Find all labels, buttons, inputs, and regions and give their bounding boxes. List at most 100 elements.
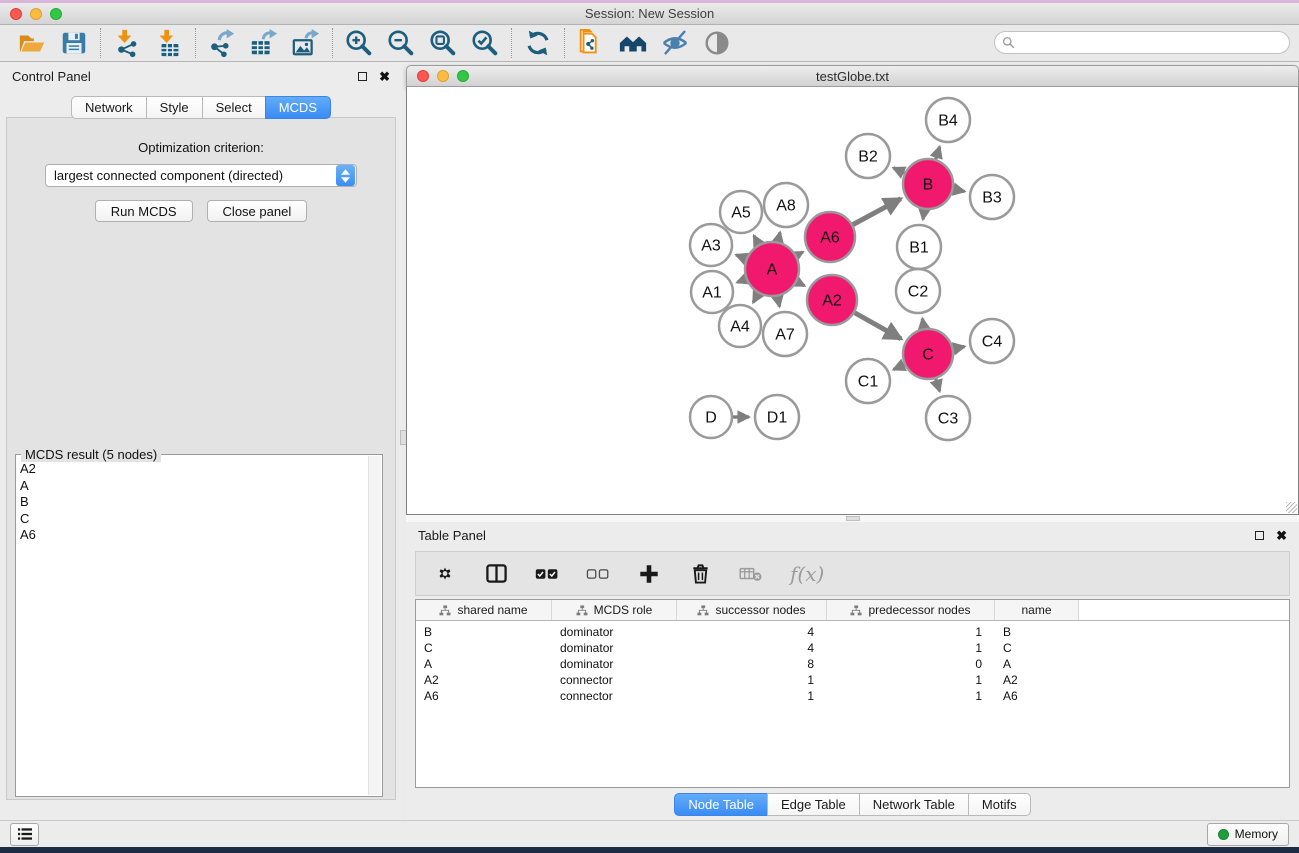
network-close-button[interactable] — [417, 70, 429, 82]
table-cell[interactable]: A6 — [995, 689, 1079, 703]
export-network-icon[interactable] — [205, 28, 239, 58]
export-image-icon[interactable] — [289, 28, 323, 58]
table-cell[interactable]: A — [416, 657, 552, 671]
maximize-window-button[interactable] — [50, 8, 62, 20]
table-cell[interactable]: 1 — [677, 689, 827, 703]
network-maximize-button[interactable] — [457, 70, 469, 82]
zoom-selected-icon[interactable] — [468, 28, 502, 58]
copy-network-icon[interactable] — [574, 28, 608, 58]
table-cell[interactable]: A2 — [995, 673, 1079, 687]
graph-edge-C-C2[interactable] — [922, 319, 924, 329]
graph-edge-A-A3[interactable] — [736, 255, 746, 259]
table-cell[interactable]: B — [995, 625, 1079, 639]
graph-edge-A-A5[interactable] — [754, 236, 759, 245]
import-table-icon[interactable] — [152, 28, 186, 58]
zoom-fit-icon[interactable] — [426, 28, 460, 58]
graph-edge-A-A2[interactable] — [797, 282, 805, 286]
table-options-gear-icon[interactable] — [433, 562, 457, 586]
result-list-item[interactable]: B — [20, 494, 382, 511]
graph-edge-B-B3[interactable] — [953, 189, 964, 191]
table-cell[interactable]: 1 — [827, 625, 995, 639]
show-panels-button[interactable] — [10, 823, 39, 846]
open-session-icon[interactable] — [15, 28, 49, 58]
graph-edge-C-C3[interactable] — [936, 379, 940, 391]
graph-edge-B-B1[interactable] — [923, 210, 924, 220]
table-cell[interactable]: B — [416, 625, 552, 639]
run-mcds-button[interactable]: Run MCDS — [95, 200, 193, 222]
criterion-select[interactable]: largest connected component (directed) — [45, 164, 357, 187]
column-header-0[interactable]: shared name — [416, 600, 552, 620]
search-box[interactable] — [994, 31, 1290, 54]
graph-edge-B-B4[interactable] — [936, 147, 940, 159]
column-header-3[interactable]: predecessor nodes — [827, 600, 995, 620]
column-selector-icon[interactable] — [484, 562, 508, 586]
table-cell[interactable]: C — [416, 641, 552, 655]
network-window-titlebar[interactable]: testGlobe.txt — [406, 65, 1299, 87]
node-table[interactable]: shared nameMCDS rolesuccessor nodesprede… — [415, 599, 1290, 788]
tab-select[interactable]: Select — [202, 96, 265, 119]
first-neighbors-icon[interactable] — [616, 28, 650, 58]
export-table-icon[interactable] — [247, 28, 281, 58]
graph-edge-A2-C[interactable] — [855, 313, 901, 339]
show-all-icon[interactable] — [700, 28, 734, 58]
column-header-4[interactable]: name — [995, 600, 1079, 620]
delete-table-icon[interactable] — [739, 562, 763, 586]
graph-edge-A-A4[interactable] — [753, 293, 758, 302]
result-scrollbar[interactable] — [368, 456, 381, 795]
close-panel-button[interactable]: Close panel — [207, 200, 308, 222]
result-list-item[interactable]: C — [20, 511, 382, 528]
import-network-icon[interactable] — [110, 28, 144, 58]
graph-edge-C-C4[interactable] — [953, 347, 964, 349]
float-panel-icon[interactable] — [1255, 531, 1264, 540]
mcds-result-list[interactable]: A2ABCA6 — [16, 455, 382, 544]
table-cell[interactable]: 1 — [827, 689, 995, 703]
table-row[interactable]: A6connector11A6 — [416, 688, 1289, 704]
delete-column-icon[interactable] — [688, 562, 712, 586]
table-cell[interactable]: dominator — [552, 657, 677, 671]
graph-edge-A-A8[interactable] — [778, 232, 780, 241]
table-cell[interactable]: 1 — [827, 641, 995, 655]
result-list-item[interactable]: A2 — [20, 461, 382, 478]
table-cell[interactable]: 8 — [677, 657, 827, 671]
tab-mcds[interactable]: MCDS — [265, 96, 331, 119]
table-cell[interactable]: connector — [552, 689, 677, 703]
close-panel-icon[interactable]: ✖ — [1276, 531, 1287, 540]
zoom-in-icon[interactable] — [342, 28, 376, 58]
result-list-item[interactable]: A — [20, 478, 382, 495]
graph-edge-A-A6[interactable] — [797, 252, 803, 255]
divider-handle[interactable] — [846, 516, 860, 521]
table-cell[interactable]: 4 — [677, 625, 827, 639]
graph-edge-C-C1[interactable] — [894, 365, 905, 370]
column-header-1[interactable]: MCDS role — [552, 600, 677, 620]
table-row[interactable]: Cdominator41C — [416, 640, 1289, 656]
table-cell[interactable]: 1 — [677, 673, 827, 687]
graph-edge-A6-B[interactable] — [853, 199, 901, 225]
graph-edge-A-A7[interactable] — [777, 296, 779, 306]
memory-button[interactable]: Memory — [1207, 823, 1289, 846]
window-resize-grip[interactable] — [1286, 502, 1297, 513]
close-panel-icon[interactable]: ✖ — [379, 72, 390, 81]
table-cell[interactable]: 1 — [827, 673, 995, 687]
result-list-item[interactable]: A6 — [20, 527, 382, 544]
table-cell[interactable]: dominator — [552, 641, 677, 655]
close-window-button[interactable] — [10, 8, 22, 20]
column-header-2[interactable]: successor nodes — [677, 600, 827, 620]
tab-node-table[interactable]: Node Table — [674, 793, 767, 816]
table-cell[interactable]: connector — [552, 673, 677, 687]
tab-edge-table[interactable]: Edge Table — [767, 793, 859, 816]
table-row[interactable]: A2connector11A2 — [416, 672, 1289, 688]
float-panel-icon[interactable] — [358, 72, 367, 81]
table-cell[interactable]: 0 — [827, 657, 995, 671]
zoom-out-icon[interactable] — [384, 28, 418, 58]
table-cell[interactable]: A — [995, 657, 1079, 671]
graph-edge-B-B2[interactable] — [893, 168, 904, 173]
network-graph[interactable]: AA1A2A3A4A5A6A7A8BB1B2B3B4CC1C2C3C4DD1 — [407, 87, 1298, 514]
network-canvas[interactable]: AA1A2A3A4A5A6A7A8BB1B2B3B4CC1C2C3C4DD1 — [406, 87, 1299, 515]
search-input[interactable] — [1020, 36, 1282, 50]
hide-selected-icon[interactable] — [658, 28, 692, 58]
network-minimize-button[interactable] — [437, 70, 449, 82]
table-cell[interactable]: A2 — [416, 673, 552, 687]
add-column-icon[interactable] — [637, 562, 661, 586]
save-session-icon[interactable] — [57, 28, 91, 58]
refresh-icon[interactable] — [521, 28, 555, 58]
